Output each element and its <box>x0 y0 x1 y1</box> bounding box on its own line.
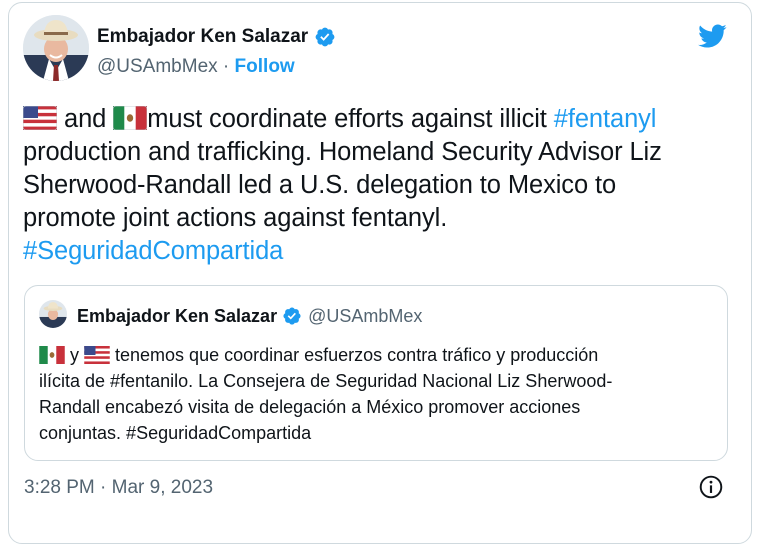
author-name[interactable]: Embajador Ken Salazar <box>97 26 308 48</box>
quoted-tweet-text: y tenemos que coordinar esfuerzos contra… <box>39 342 719 446</box>
quoted-text-line: ilícita de #fentanilo. La Consejera de S… <box>39 371 613 391</box>
info-icon[interactable] <box>698 474 724 500</box>
handle-separator: · <box>217 56 235 77</box>
quoted-text-segment: tenemos que coordinar esfuerzos contra t… <box>110 345 599 365</box>
verified-badge-icon <box>315 27 335 47</box>
tweet-text-line: promote joint actions against fentanyl. <box>23 204 448 232</box>
tweet-text-segment: and <box>57 105 114 133</box>
tweet-text-line: Sherwood-Randall led a U.S. delegation t… <box>23 171 617 199</box>
author-handle[interactable]: @USAmbMex <box>97 56 218 77</box>
tweet-text-line: production and trafficking. Homeland Sec… <box>23 138 662 166</box>
quoted-author-name[interactable]: Embajador Ken Salazar <box>77 306 277 327</box>
tweet-text-segment: must coordinate efforts against illicit <box>147 105 554 133</box>
mexico-flag-icon <box>113 106 148 130</box>
tweet-card[interactable]: Embajador Ken Salazar @USAmbMex · Follow… <box>8 2 752 544</box>
tweet-text: and must coordinate efforts against illi… <box>23 103 733 268</box>
mexico-flag-icon <box>39 346 65 364</box>
twitter-bird-icon[interactable] <box>695 21 729 51</box>
hashtag-seguridadcompartida-link[interactable]: #SeguridadCompartida <box>23 237 283 265</box>
quoted-tweet[interactable]: Embajador Ken Salazar @USAmbMex y tenemo… <box>24 285 728 461</box>
us-flag-icon <box>84 346 110 364</box>
verified-badge-icon <box>283 307 301 325</box>
follow-button[interactable]: Follow <box>235 56 295 77</box>
author-avatar[interactable] <box>23 15 89 81</box>
quoted-author-handle[interactable]: @USAmbMex <box>308 306 422 327</box>
tweet-timestamp[interactable]: 3:28 PM · Mar 9, 2023 <box>24 477 213 499</box>
quoted-author-avatar[interactable] <box>39 300 67 328</box>
quoted-text-line: Randall encabezó visita de delegación a … <box>39 397 581 417</box>
hashtag-fentanyl-link[interactable]: #fentanyl <box>554 105 657 133</box>
quoted-text-line: conjuntas. #SeguridadCompartida <box>39 423 312 443</box>
quoted-text-segment: y <box>65 345 85 365</box>
us-flag-icon <box>23 106 57 130</box>
